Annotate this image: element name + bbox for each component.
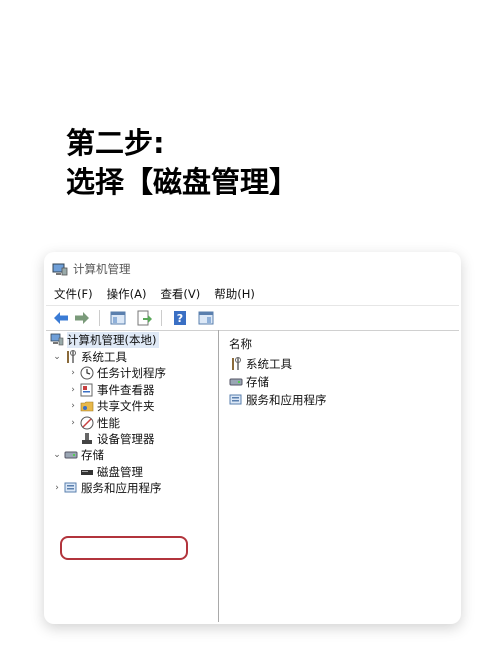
help-icon: ? [174,311,186,325]
instruction-heading: 第二步: 选择【磁盘管理】 [66,124,298,202]
list-item[interactable]: 存储 [229,374,269,390]
tree-item-disk-management[interactable]: 磁盘管理 [78,464,143,480]
chevron-right-icon[interactable]: › [68,401,78,411]
tree-item-storage[interactable]: ⌄ 存储 [52,447,104,463]
toolbar-separator [99,310,100,326]
menu-view[interactable]: 查看(V) [160,286,200,302]
forward-arrow-icon [75,312,89,324]
help-button[interactable]: ? [171,309,189,327]
back-button[interactable] [52,309,70,327]
toolbar: ? [46,305,459,331]
heading-line-2: 选择【磁盘管理】 [66,165,299,199]
tree-item-device-manager[interactable]: 设备管理器 [78,431,155,447]
event-viewer-icon [80,383,94,397]
menu-action[interactable]: 操作(A) [107,286,147,302]
menu-file[interactable]: 文件(F) [54,286,93,302]
tree-item-performance[interactable]: › 性能 [68,415,120,431]
tree-item-label: 共享文件夹 [97,399,155,413]
menu-help[interactable]: 帮助(H) [214,286,255,302]
computer-management-window: 计算机管理 文件(F) 操作(A) 查看(V) 帮助(H) ? 计算机管理(本地… [46,254,459,622]
window-title: 计算机管理 [73,262,131,276]
tree-item-event-viewer[interactable]: › 事件查看器 [68,382,155,398]
chevron-down-icon[interactable]: ⌄ [52,352,62,362]
tree-item-label: 计算机管理(本地) [67,332,160,348]
tree-item-label: 系统工具 [81,350,127,364]
heading-line-1: 第二步: [66,126,165,160]
tree-item-label: 存储 [81,448,104,462]
storage-icon [229,375,243,389]
tree-item-shared-folders[interactable]: › 共享文件夹 [68,398,155,414]
tree-item-services-apps[interactable]: › 服务和应用程序 [52,480,162,496]
chevron-right-icon[interactable]: › [68,418,78,428]
list-item[interactable]: 系统工具 [229,356,292,372]
services-icon [229,393,243,407]
results-pane: 名称 系统工具 存储 服务和应用程序 [219,330,459,622]
tools-icon [64,350,78,364]
tree-item-label: 磁盘管理 [97,465,143,479]
tree-item-task-scheduler[interactable]: › 任务计划程序 [68,365,166,381]
toolbar-separator [161,310,162,326]
tree-item-label: 事件查看器 [97,383,155,397]
chevron-right-icon[interactable]: › [52,483,62,493]
tree-item-label: 任务计划程序 [97,366,166,380]
chevron-down-icon[interactable]: ⌄ [52,450,62,460]
list-item-label: 服务和应用程序 [246,393,327,407]
storage-icon [64,448,78,462]
back-arrow-icon [54,312,68,324]
properties-icon [198,311,214,325]
properties-button[interactable] [197,309,215,327]
export-list-button[interactable] [135,309,153,327]
show-hide-tree-icon [110,311,126,325]
show-hide-tree-button[interactable] [109,309,127,327]
title-bar: 计算机管理 [46,258,459,280]
console-tree: 计算机管理(本地) ⌄ 系统工具 › 任务计划程序 › 事件查看器 › 共享文件… [46,330,219,622]
tree-item-label: 设备管理器 [97,432,155,446]
list-item[interactable]: 服务和应用程序 [229,392,327,408]
list-item-label: 系统工具 [246,357,292,371]
services-icon [64,481,78,495]
export-list-icon [137,310,152,326]
shared-folder-icon [80,399,94,413]
computer-management-icon [50,333,64,347]
computer-management-icon [52,262,68,276]
tree-item-label: 服务和应用程序 [81,481,162,495]
column-header-name[interactable]: 名称 [229,336,252,352]
device-manager-icon [80,432,94,446]
svg-text:?: ? [177,312,183,325]
tree-item-label: 性能 [97,416,120,430]
disk-drive-icon [80,465,94,479]
clock-icon [80,366,94,380]
tree-item-system-tools[interactable]: ⌄ 系统工具 [52,349,127,365]
list-item-label: 存储 [246,375,269,389]
disk-management-highlight [60,536,188,560]
chevron-right-icon[interactable]: › [68,385,78,395]
tree-item-root[interactable]: 计算机管理(本地) [48,332,160,348]
performance-icon [80,416,94,430]
forward-button[interactable] [73,309,91,327]
menu-bar: 文件(F) 操作(A) 查看(V) 帮助(H) [46,284,459,304]
tools-icon [229,357,243,371]
chevron-right-icon[interactable]: › [68,368,78,378]
